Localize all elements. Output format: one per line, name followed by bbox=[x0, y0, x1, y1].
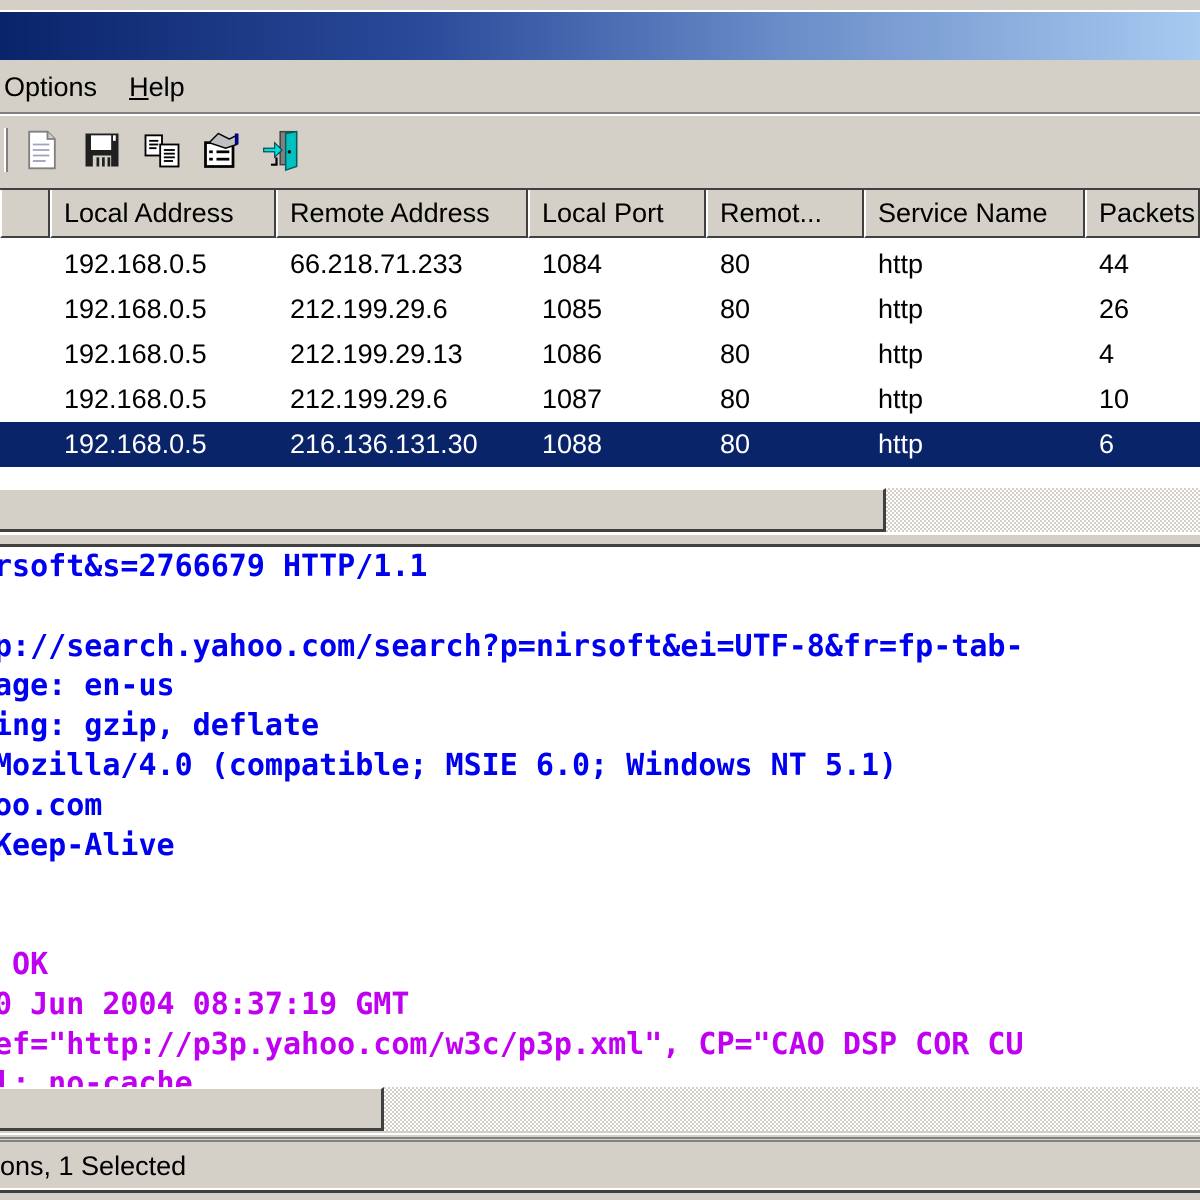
cell-local-port: 1086 bbox=[542, 339, 603, 369]
request-line bbox=[0, 587, 1200, 627]
stream-lines: rsoft&s=2766679 HTTP/1.1 p://search.yahoo… bbox=[0, 547, 1200, 1087]
cell-local-address: 192.168.0.5 bbox=[64, 384, 207, 414]
column-header-icon[interactable] bbox=[0, 190, 50, 238]
table-row[interactable]: 192.168.0.5 212.199.29.13 1086 80 http 4 bbox=[0, 332, 1200, 377]
cell-packets: 10 bbox=[1099, 384, 1130, 414]
request-line: Keep-Alive bbox=[0, 827, 175, 863]
stream-horizontal-scrollbar[interactable] bbox=[0, 1087, 1200, 1131]
request-line: ing: gzip, deflate bbox=[0, 708, 320, 744]
cell-packets: 26 bbox=[1099, 294, 1130, 324]
column-header-local-address[interactable]: Local Address bbox=[50, 190, 276, 238]
response-line: l: no-cache bbox=[0, 1066, 193, 1087]
status-separator bbox=[0, 1133, 1200, 1139]
cell-service-name: http bbox=[878, 249, 924, 279]
table-row-selected[interactable]: 192.168.0.5 216.136.131.30 1088 80 http … bbox=[0, 422, 1200, 467]
toolbar bbox=[0, 118, 1200, 182]
cell-local-address: 192.168.0.5 bbox=[64, 339, 207, 369]
exit-door-icon bbox=[263, 130, 298, 172]
save-icon bbox=[85, 133, 119, 167]
cell-packets: 44 bbox=[1099, 249, 1130, 279]
save-button[interactable] bbox=[76, 124, 128, 176]
cell-service-name: http bbox=[878, 429, 924, 459]
list-scrollbar-thumb[interactable] bbox=[0, 488, 886, 532]
request-line bbox=[0, 905, 1200, 945]
cell-service-name: http bbox=[878, 339, 924, 369]
cell-local-address: 192.168.0.5 bbox=[64, 294, 207, 324]
cell-remote-port: 80 bbox=[720, 294, 751, 324]
table-row[interactable]: 192.168.0.5 212.199.29.6 1087 80 http 10 bbox=[0, 377, 1200, 422]
cell-packets: 6 bbox=[1099, 429, 1115, 459]
column-header-packets[interactable]: Packets bbox=[1085, 190, 1200, 238]
menu-help-accel: H bbox=[129, 72, 149, 102]
menu-help-label: elp bbox=[148, 72, 185, 102]
cell-local-address: 192.168.0.5 bbox=[64, 429, 207, 459]
new-button[interactable] bbox=[16, 124, 68, 176]
table-row[interactable]: 192.168.0.5 66.218.71.233 1084 80 http 4… bbox=[0, 242, 1200, 287]
menu-options[interactable]: Options bbox=[0, 62, 113, 112]
stream-content-view[interactable]: rsoft&s=2766679 HTTP/1.1 p://search.yahoo… bbox=[0, 547, 1200, 1087]
menu-separator bbox=[0, 112, 1200, 116]
list-header: Local Address Remote Address Local Port … bbox=[0, 190, 1200, 238]
cell-remote-port: 80 bbox=[720, 339, 751, 369]
cell-remote-address: 212.199.29.6 bbox=[290, 294, 448, 324]
cell-local-port: 1085 bbox=[542, 294, 603, 324]
cell-remote-address: 66.218.71.233 bbox=[290, 249, 463, 279]
properties-button[interactable] bbox=[196, 124, 248, 176]
connections-list[interactable]: Local Address Remote Address Local Port … bbox=[0, 188, 1200, 533]
menu-help[interactable]: Help bbox=[113, 62, 201, 112]
request-line: p://search.yahoo.com/search?p=nirsoft&ei… bbox=[0, 628, 1024, 664]
pane-splitter[interactable] bbox=[0, 533, 1200, 547]
cell-packets: 4 bbox=[1099, 339, 1115, 369]
exit-button[interactable] bbox=[256, 124, 308, 176]
toolbar-grip[interactable] bbox=[4, 128, 8, 172]
column-header-service-name[interactable]: Service Name bbox=[864, 190, 1085, 238]
cell-remote-address: 216.136.131.30 bbox=[290, 429, 478, 459]
stream-scrollbar-thumb[interactable] bbox=[0, 1087, 384, 1131]
cell-remote-address: 212.199.29.6 bbox=[290, 384, 448, 414]
request-line: Mozilla/4.0 (compatible; MSIE 6.0; Windo… bbox=[0, 747, 898, 783]
new-document-icon bbox=[28, 130, 56, 170]
status-text: ions, 1 Selected bbox=[0, 1151, 187, 1181]
cell-local-port: 1084 bbox=[542, 249, 603, 279]
table-row[interactable]: 192.168.0.5 212.199.29.6 1085 80 http 26 bbox=[0, 287, 1200, 332]
request-line: rsoft&s=2766679 HTTP/1.1 bbox=[0, 549, 428, 584]
cell-service-name: http bbox=[878, 384, 924, 414]
copy-button[interactable] bbox=[136, 124, 188, 176]
cell-local-port: 1087 bbox=[542, 384, 603, 414]
response-line: ef="http://p3p.yahoo.com/w3c/p3p.xml", C… bbox=[0, 1026, 1024, 1062]
title-bar[interactable] bbox=[0, 12, 1200, 60]
request-line: age: en-us bbox=[0, 668, 175, 704]
cell-remote-port: 80 bbox=[720, 429, 751, 459]
list-horizontal-scrollbar[interactable] bbox=[0, 488, 1200, 532]
table-body: 192.168.0.5 66.218.71.233 1084 80 http 4… bbox=[0, 242, 1200, 467]
cell-local-address: 192.168.0.5 bbox=[64, 249, 207, 279]
window-frame-top bbox=[0, 0, 1200, 12]
cell-remote-port: 80 bbox=[720, 249, 751, 279]
cell-remote-port: 80 bbox=[720, 384, 751, 414]
column-header-remote-address[interactable]: Remote Address bbox=[276, 190, 528, 238]
cell-remote-address: 212.199.29.13 bbox=[290, 339, 463, 369]
properties-icon bbox=[204, 132, 239, 168]
status-bar: ions, 1 Selected bbox=[0, 1140, 1200, 1190]
response-line: 0 Jun 2004 08:37:19 GMT bbox=[0, 986, 410, 1022]
cell-local-port: 1088 bbox=[542, 429, 603, 459]
column-header-remote-port[interactable]: Remot... bbox=[706, 190, 864, 238]
copy-icon bbox=[144, 134, 180, 168]
column-header-local-port[interactable]: Local Port bbox=[528, 190, 706, 238]
menu-bar: Options Help bbox=[0, 62, 1200, 112]
cell-service-name: http bbox=[878, 294, 924, 324]
request-line: oo.com bbox=[0, 787, 103, 823]
window-frame-bottom bbox=[0, 1190, 1200, 1200]
request-line bbox=[0, 865, 1200, 905]
response-line: OK bbox=[12, 946, 49, 982]
